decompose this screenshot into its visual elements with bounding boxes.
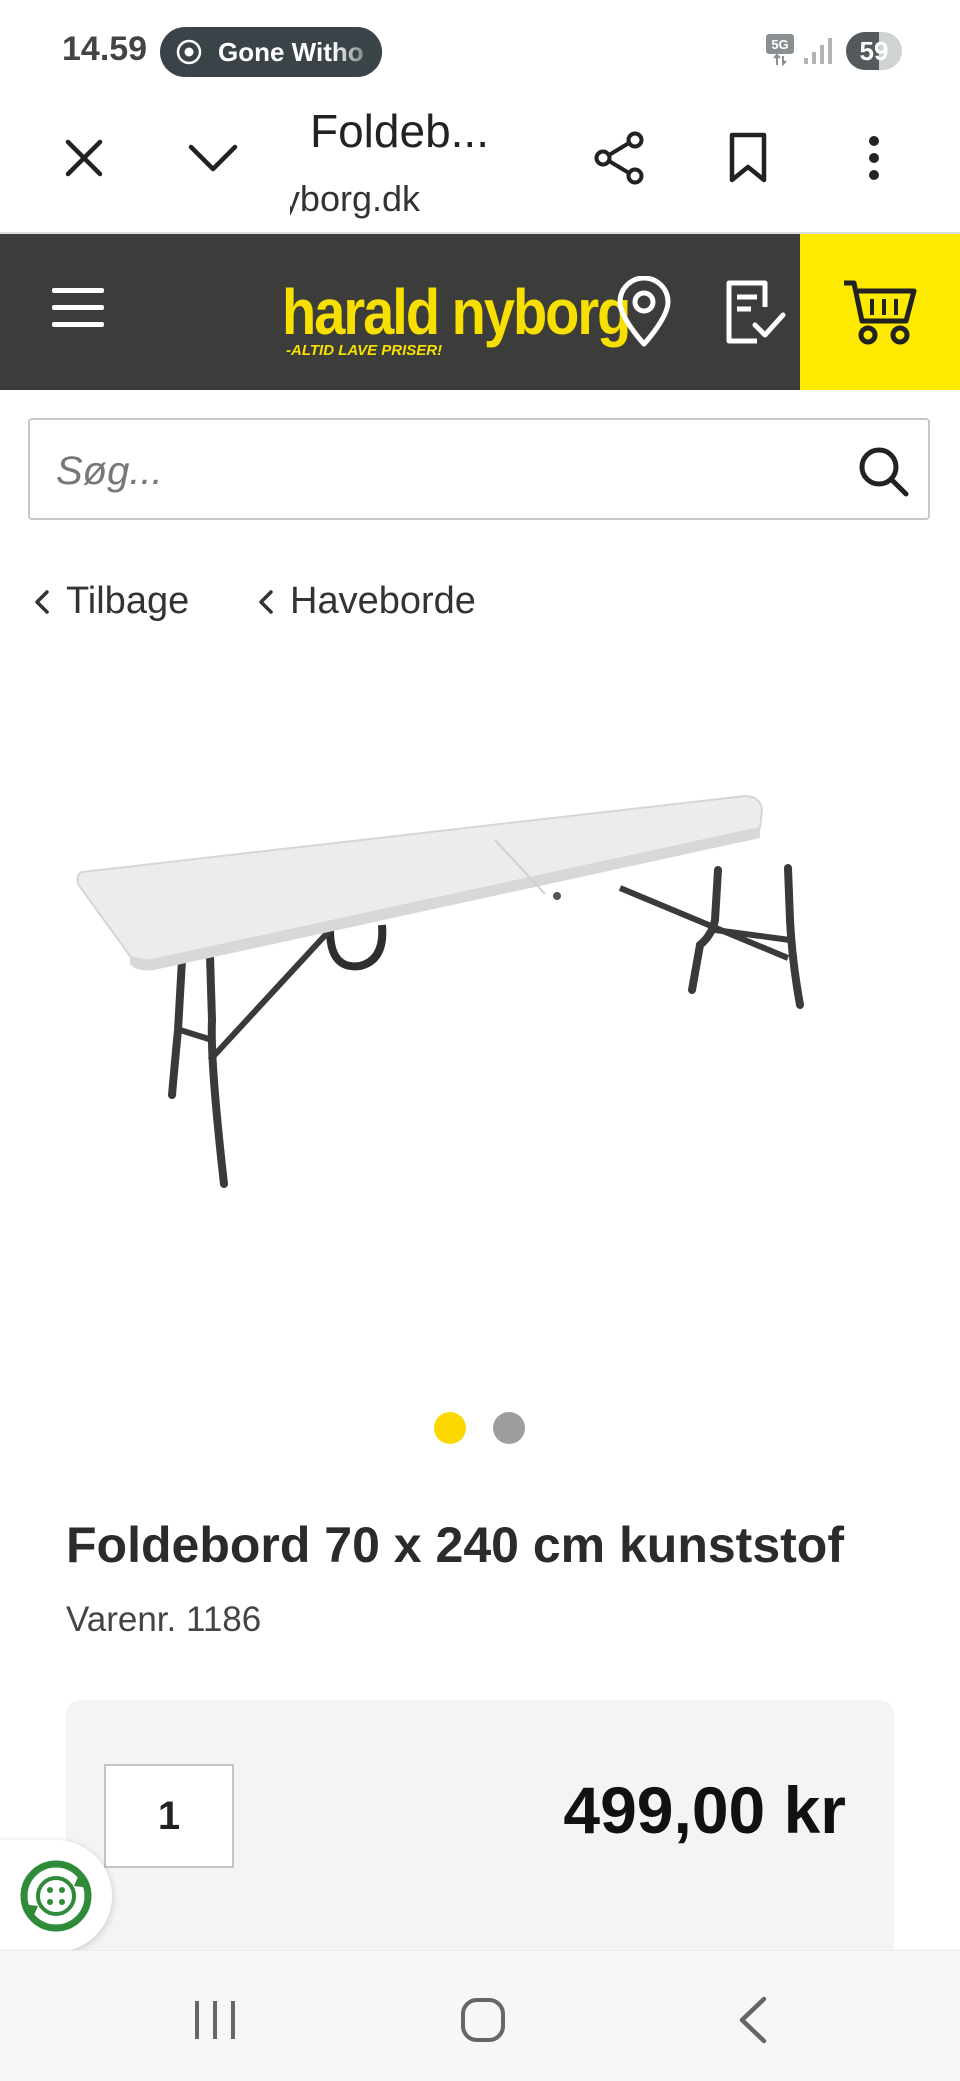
search-bar — [28, 418, 930, 520]
page-title: Foldeb... — [310, 105, 489, 157]
chevron-left-icon — [259, 589, 273, 614]
battery-level: 59 — [859, 36, 889, 66]
cart-icon — [844, 280, 917, 345]
back-link[interactable]: Tilbage — [34, 580, 189, 623]
signal-icon — [802, 36, 834, 71]
more-vert-icon[interactable] — [844, 128, 904, 188]
chevron-down-icon[interactable] — [183, 128, 243, 188]
bookmark-icon[interactable] — [718, 128, 778, 188]
cart-button[interactable] — [800, 234, 960, 390]
sustainability-badge[interactable] — [0, 1840, 112, 1952]
carousel-dot-1[interactable] — [434, 1412, 466, 1444]
quantity-input[interactable]: 1 — [104, 1764, 234, 1868]
chevron-left-icon — [35, 589, 49, 614]
product-title: Foldebord 70 x 240 cm kunststof — [66, 1517, 844, 1573]
checklist-icon[interactable] — [716, 274, 792, 350]
carousel-dot-2[interactable] — [493, 1412, 525, 1444]
breadcrumb-category-label: Haveborde — [290, 580, 476, 622]
site-logo[interactable]: harald nyborg — [282, 274, 631, 349]
play-icon — [176, 39, 202, 65]
system-nav-bar — [0, 1950, 960, 2081]
back-icon[interactable] — [718, 1985, 788, 2055]
share-icon[interactable] — [590, 128, 650, 188]
search-icon[interactable] — [856, 444, 910, 498]
recycle-leaf-icon — [20, 1860, 92, 1932]
battery-indicator: 59 — [846, 32, 902, 70]
search-input[interactable] — [54, 440, 838, 502]
page-domain: haraldnyborg.dk — [290, 178, 420, 219]
breadcrumb-category[interactable]: Haveborde — [258, 580, 476, 623]
status-bar: 14.59 Gone Witho 5G 59 — [0, 0, 960, 100]
menu-icon[interactable] — [52, 288, 104, 336]
network-label: 5G — [771, 37, 788, 52]
network-5g-icon: 5G — [766, 34, 796, 71]
site-logo-tagline: -ALTID LAVE PRISER! — [286, 342, 443, 359]
product-price: 499,00 kr — [563, 1773, 846, 1847]
location-pin-icon[interactable] — [606, 274, 682, 350]
product-sku: Varenr. 1186 — [66, 1600, 262, 1639]
status-time: 14.59 — [62, 30, 148, 68]
site-header: harald nyborg -ALTID LAVE PRISER! — [0, 234, 960, 390]
close-icon[interactable] — [54, 128, 114, 188]
media-notification-pill[interactable]: Gone Witho — [160, 27, 382, 77]
product-image[interactable] — [60, 760, 900, 1220]
back-link-label: Tilbage — [66, 580, 190, 622]
home-icon[interactable] — [448, 1985, 518, 2055]
recent-apps-icon[interactable] — [180, 1985, 250, 2055]
